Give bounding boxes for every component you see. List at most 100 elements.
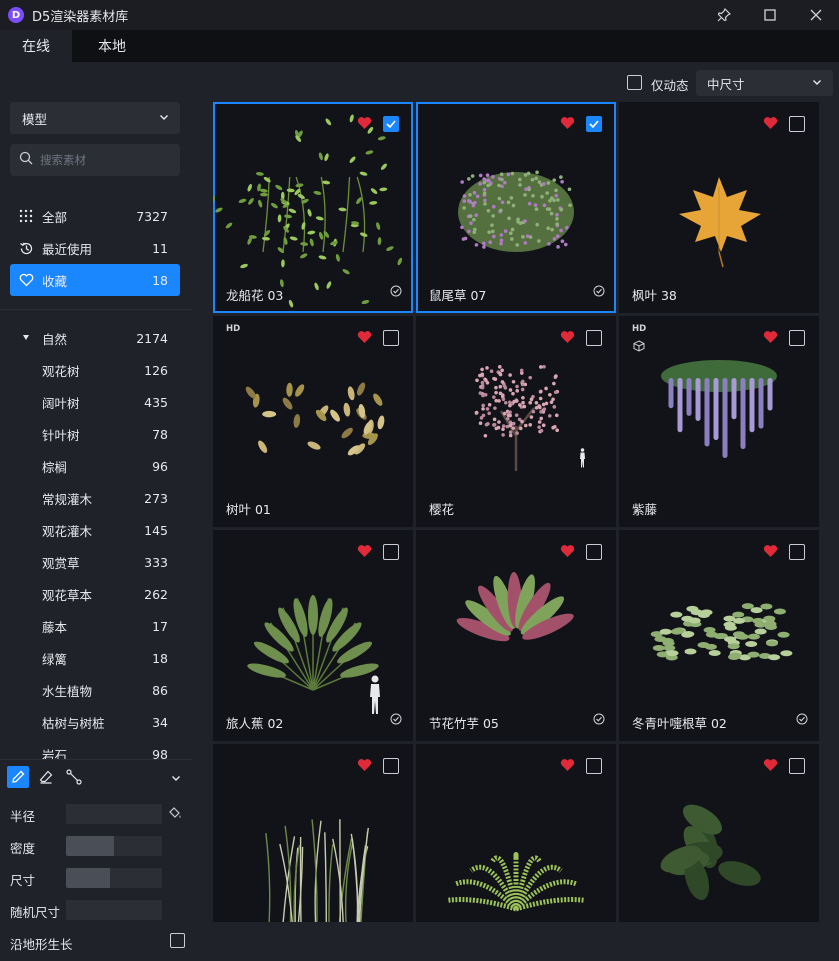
size-slider[interactable] [66, 868, 162, 888]
asset-card[interactable]: 鼠尾草 07 [416, 102, 616, 313]
asset-card[interactable]: 龙船花 03 [213, 102, 413, 313]
category-item[interactable]: 棕榈 96 [0, 450, 192, 482]
select-checkbox[interactable] [586, 116, 602, 132]
radius-slider[interactable] [66, 804, 162, 824]
asset-name: 鼠尾草 07 [429, 288, 487, 303]
favorite-heart-icon[interactable] [763, 544, 778, 562]
close-icon[interactable] [793, 0, 839, 30]
category-label: 水生植物 [42, 683, 93, 699]
app-logo-icon: D [8, 7, 24, 23]
favorite-heart-icon[interactable] [357, 544, 372, 562]
favorite-heart-icon[interactable] [763, 758, 778, 776]
favorite-heart-icon[interactable] [763, 330, 778, 348]
asset-card[interactable]: 冬青叶嚏根草 02 [619, 530, 819, 741]
favorite-heart-icon[interactable] [560, 544, 575, 562]
nav-recent[interactable]: 最近使用 11 [10, 232, 180, 264]
category-item[interactable]: 藤本 17 [0, 610, 192, 642]
caret-down-icon[interactable] [23, 335, 29, 340]
asset-card[interactable] [213, 744, 413, 922]
category-label: 常规灌木 [42, 491, 93, 507]
category-item[interactable]: 观花灌木 145 [0, 514, 192, 546]
category-item[interactable]: 观赏草 333 [0, 546, 192, 578]
nav-favorites[interactable]: 收藏 18 [10, 264, 180, 296]
nav-label: 收藏 [42, 273, 68, 289]
maximize-icon[interactable] [747, 0, 793, 30]
favorite-heart-icon[interactable] [357, 116, 372, 134]
asset-card[interactable] [619, 744, 819, 922]
favorite-heart-icon[interactable] [560, 116, 575, 134]
select-checkbox[interactable] [789, 758, 805, 774]
pin-icon[interactable] [701, 0, 747, 30]
app-title: D5渲染器素材库 [32, 9, 129, 25]
select-checkbox[interactable] [586, 758, 602, 774]
checkmark-icon [589, 120, 599, 129]
thumbnail-travelers-palm [247, 595, 379, 691]
select-checkbox[interactable] [789, 330, 805, 346]
category-item[interactable]: 观花草本 262 [0, 578, 192, 610]
select-checkbox[interactable] [383, 330, 399, 346]
category-label: 棕榈 [42, 459, 68, 475]
tab-local[interactable]: 本地 [76, 30, 148, 62]
search-box [10, 144, 180, 176]
asset-card[interactable]: 旅人蕉 02 [213, 530, 413, 741]
select-checkbox[interactable] [789, 116, 805, 132]
favorite-heart-icon[interactable] [560, 330, 575, 348]
terrain-checkbox[interactable] [170, 933, 185, 948]
chevron-down-icon[interactable] [170, 772, 182, 788]
category-count: 86 [152, 682, 168, 698]
brush-icon[interactable] [7, 766, 29, 788]
category-label: 绿篱 [42, 651, 68, 667]
fill-bucket-icon[interactable] [168, 806, 182, 824]
favorite-heart-icon[interactable] [560, 758, 575, 776]
animated-cube-icon [633, 340, 645, 356]
random-size-label: 随机尺寸 [10, 905, 61, 920]
random-size-slider[interactable] [66, 900, 162, 920]
category-item[interactable]: 常规灌木 273 [0, 482, 192, 514]
select-checkbox[interactable] [789, 544, 805, 560]
select-checkbox[interactable] [383, 758, 399, 774]
tab-online[interactable]: 在线 [0, 30, 72, 62]
density-label: 密度 [10, 841, 36, 856]
select-checkbox[interactable] [383, 544, 399, 560]
select-checkbox[interactable] [586, 330, 602, 346]
favorite-heart-icon[interactable] [763, 116, 778, 134]
category-item[interactable]: 绿篱 18 [0, 642, 192, 674]
density-slider[interactable] [66, 836, 162, 856]
category-label: 观赏草 [42, 555, 80, 571]
asset-card[interactable]: HD 紫藤 [619, 316, 819, 527]
category-item[interactable]: 观花树 126 [0, 354, 192, 386]
type-select[interactable]: 模型 [10, 102, 180, 134]
terrain-label: 沿地形生长 [10, 937, 73, 952]
category-item[interactable]: 自然 2174 [0, 322, 192, 354]
hd-badge: HD [226, 324, 241, 334]
path-icon[interactable] [63, 766, 85, 788]
nav-count: 7327 [136, 208, 168, 224]
search-input[interactable] [40, 153, 170, 167]
category-count: 435 [144, 394, 168, 410]
category-item[interactable]: 阔叶树 435 [0, 386, 192, 418]
nav-all[interactable]: 全部 7327 [10, 200, 180, 232]
select-checkbox[interactable] [383, 116, 399, 132]
grid-footer [192, 922, 839, 961]
eraser-icon[interactable] [35, 766, 57, 788]
asset-card[interactable]: HD 树叶 01 [213, 316, 413, 527]
asset-card[interactable]: 枫叶 38 [619, 102, 819, 313]
asset-card[interactable]: 节花竹芋 05 [416, 530, 616, 741]
select-checkbox[interactable] [586, 544, 602, 560]
size-select[interactable]: 中尺寸 [696, 70, 833, 96]
category-item[interactable]: 水生植物 86 [0, 674, 192, 706]
favorite-heart-icon[interactable] [357, 330, 372, 348]
asset-card[interactable]: 樱花 [416, 316, 616, 527]
category-item[interactable]: 岩石 98 [0, 738, 192, 761]
filter-bar: 仅动态 中尺寸 [0, 62, 839, 102]
category-count: 2174 [136, 330, 168, 346]
asset-card[interactable] [416, 744, 616, 922]
dynamic-only-checkbox[interactable] [627, 75, 642, 90]
category-item[interactable]: 枯树与树桩 34 [0, 706, 192, 738]
category-item[interactable]: 针叶树 78 [0, 418, 192, 450]
size-select-value: 中尺寸 [707, 76, 745, 92]
thumbnail-scattered-leaves [245, 382, 385, 456]
favorite-heart-icon[interactable] [357, 758, 372, 776]
chevron-down-icon [158, 111, 170, 126]
title-bar: D D5渲染器素材库 [0, 0, 839, 30]
